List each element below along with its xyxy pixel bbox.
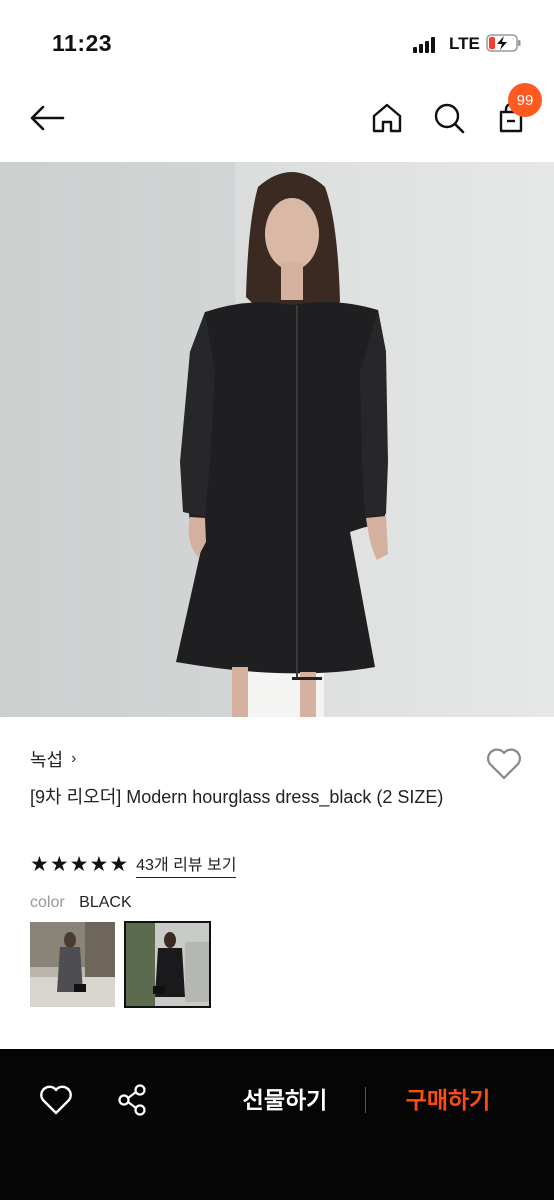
color-swatch-black[interactable] xyxy=(124,921,211,1008)
battery-icon xyxy=(486,34,521,52)
star-rating: ★ ★ ★ ★ ★ xyxy=(30,852,129,876)
model-photo xyxy=(0,162,554,717)
search-icon[interactable] xyxy=(429,98,469,138)
product-info: 녹섭 › xyxy=(30,745,524,773)
gift-button[interactable]: 선물하기 xyxy=(230,1083,340,1117)
image-page-indicator xyxy=(292,677,322,680)
bottom-action-bar: 선물하기 구매하기 xyxy=(0,1049,554,1200)
network-label: LTE xyxy=(449,34,480,53)
status-time: 11:23 xyxy=(52,30,113,56)
heart-icon[interactable] xyxy=(36,1080,76,1120)
star-icon: ★ xyxy=(89,852,109,876)
status-bar: 11:23 LTE xyxy=(0,0,554,80)
rating-row: ★ ★ ★ ★ ★ 43개 리뷰 보기 xyxy=(30,851,237,878)
buy-button[interactable]: 구매하기 xyxy=(393,1083,503,1117)
brand-name: 녹섭 xyxy=(30,750,64,770)
color-swatch-grey[interactable] xyxy=(30,922,115,1007)
color-value: BLACK xyxy=(79,894,132,911)
star-icon: ★ xyxy=(30,852,49,876)
star-icon: ★ xyxy=(69,852,89,876)
heart-icon[interactable] xyxy=(486,747,522,781)
brand-link[interactable]: 녹섭 › xyxy=(30,745,524,773)
nav-bar xyxy=(0,80,554,162)
review-link[interactable]: 43개 리뷰 보기 xyxy=(136,851,237,878)
chevron-right-icon: › xyxy=(71,750,77,767)
star-icon: ★ xyxy=(109,852,129,876)
star-icon: ★ xyxy=(49,852,69,876)
home-icon[interactable] xyxy=(367,98,407,138)
back-arrow-icon[interactable] xyxy=(27,98,67,138)
signal-icon xyxy=(413,37,443,53)
color-label: color xyxy=(30,894,65,911)
color-row: color BLACK xyxy=(30,894,132,912)
share-icon[interactable] xyxy=(112,1080,152,1120)
color-swatches xyxy=(30,921,211,1008)
button-divider xyxy=(365,1087,366,1113)
product-title: [9차 리오더] Modern hourglass dress_black (2… xyxy=(30,787,444,807)
product-image[interactable] xyxy=(0,162,554,717)
cart-count-badge: 99 xyxy=(508,83,542,117)
